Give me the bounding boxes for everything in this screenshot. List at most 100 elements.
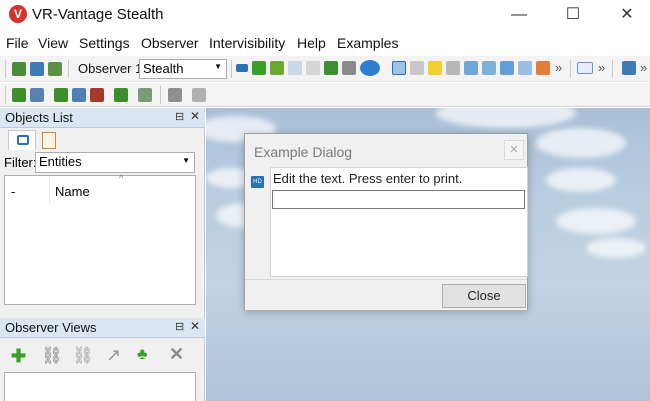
dialog-prompt: Edit the text. Press enter to print. [273,171,463,186]
chevron-down-icon: ▼ [182,156,190,165]
unit-icon[interactable] [114,88,128,102]
satellite-icon[interactable] [360,60,380,76]
objects-list-header: Objects List ⊟ ✕ [0,108,205,128]
menu-examples[interactable]: Examples [337,35,398,51]
filter-label: Filter: [4,155,37,170]
cloud [536,128,626,158]
window-title: VR-Vantage Stealth [32,6,164,23]
menu-observer[interactable]: Observer [141,35,199,51]
aircraft-icon[interactable] [54,88,68,102]
chevron-down-icon: ▼ [214,62,222,71]
arrow-icon[interactable] [236,64,248,72]
close-window-button[interactable]: ✕ [604,0,650,30]
camera-tab-icon [17,135,29,145]
unlink-icon[interactable]: ⛓ [72,346,94,366]
vehicle-icon[interactable] [270,61,284,75]
tree-icon[interactable] [324,61,338,75]
observer-mode-select[interactable]: Stealth ▼ [139,59,227,79]
entity-menu-icon[interactable] [30,88,44,102]
overflow-chevron-icon[interactable]: » [640,60,647,75]
observer-views-list[interactable] [4,372,196,401]
mountain-icon[interactable] [410,61,424,75]
cloud [556,208,636,234]
column-header-name[interactable]: Name [55,184,90,199]
filter-select[interactable]: Entities ▼ [35,152,195,173]
menu-settings[interactable]: Settings [79,35,130,51]
column-divider [49,178,50,204]
sparkle-icon[interactable] [288,61,302,75]
delete-entity-icon[interactable] [90,88,104,102]
add-view-icon[interactable]: ✚ [11,346,26,367]
app-badge-icon: HD [251,176,264,188]
vehicle-view-icon[interactable]: ♣ [137,346,148,364]
toolbar-grip [5,86,6,104]
cloud [586,238,646,258]
close-button[interactable]: Close [442,284,526,308]
close-icon[interactable]: ✕ [190,319,200,333]
overflow-chevron-icon[interactable]: » [555,60,562,75]
minimize-button[interactable]: — [496,0,542,30]
clipboard-tab-icon[interactable] [42,132,56,149]
menu-file[interactable]: File [6,35,29,51]
title-bar: V VR-Vantage Stealth — ☐ ✕ [0,0,650,30]
tool-icon[interactable] [482,61,496,75]
filter-icon[interactable] [342,61,356,75]
observer-mode-value: Stealth [143,61,184,76]
goto-view-icon[interactable]: ↗ [106,345,121,366]
objects-tab-strip [4,130,64,150]
maximize-button[interactable]: ☐ [550,0,596,30]
observer-label: Observer 1 [78,61,143,76]
group-icon[interactable] [138,88,152,102]
menu-view[interactable]: View [38,35,68,51]
column-header-status[interactable]: - [11,184,15,199]
cloud [546,168,616,192]
sort-ascending-icon: ^ [119,173,124,183]
main-toolbar: Observer 1 Stealth ▼ » » » [0,56,650,82]
tank-icon[interactable] [252,61,266,75]
overflow-chevron-icon[interactable]: » [598,60,605,75]
dialog-body: Edit the text. Press enter to print. [270,167,528,277]
landscape-icon[interactable] [48,62,62,76]
add-entity-icon[interactable] [12,88,26,102]
dialog-title: Example Dialog [254,144,353,160]
objects-list-view[interactable]: - Name ^ [4,173,196,305]
edit-icon[interactable] [518,61,532,75]
pin-icon[interactable]: ⊟ [175,320,184,333]
close-icon[interactable]: ✕ [190,109,200,123]
menu-help[interactable]: Help [297,35,326,51]
marker-icon[interactable] [500,61,514,75]
toolbar-separator [231,60,232,78]
cloud [436,108,576,128]
example-dialog: Example Dialog ✕ HD Edit the text. Press… [244,133,528,310]
terrain-icon[interactable] [12,62,26,76]
left-dock-panel: Objects List ⊟ ✕ Filter: Entities ▼ - Na… [0,108,205,401]
menu-bar: File View Settings Observer Intervisibil… [0,32,650,54]
layout-icon[interactable] [192,88,206,102]
toolbar-separator [160,86,161,104]
delete-view-icon[interactable]: ✕ [169,344,184,365]
tag-icon[interactable] [464,61,478,75]
back-icon[interactable] [577,62,593,74]
objects-list-title: Objects List [5,110,73,125]
ship-icon[interactable] [72,88,86,102]
tab-entities[interactable] [8,130,36,150]
toolbar-grip [5,60,6,78]
toolbar-separator [68,60,69,78]
pin-icon[interactable]: ⊟ [175,110,184,123]
selection-icon[interactable] [392,61,406,75]
secondary-toolbar [0,83,650,107]
menu-intervisibility[interactable]: Intervisibility [209,35,285,51]
camera-icon[interactable] [168,88,182,102]
dialog-text-input[interactable] [272,190,525,209]
grid-icon[interactable] [306,61,320,75]
dialog-footer: Close [245,279,527,310]
map-icon[interactable] [30,62,44,76]
document-icon[interactable] [622,61,636,75]
dialog-close-icon[interactable]: ✕ [504,140,524,160]
link-icon[interactable]: ⛓ [41,346,63,366]
app-logo-icon: V [9,5,27,23]
toolbar-separator [570,60,571,78]
lightbulb-icon[interactable] [428,61,442,75]
pattern-icon[interactable] [446,61,460,75]
stack-icon[interactable] [536,61,550,75]
